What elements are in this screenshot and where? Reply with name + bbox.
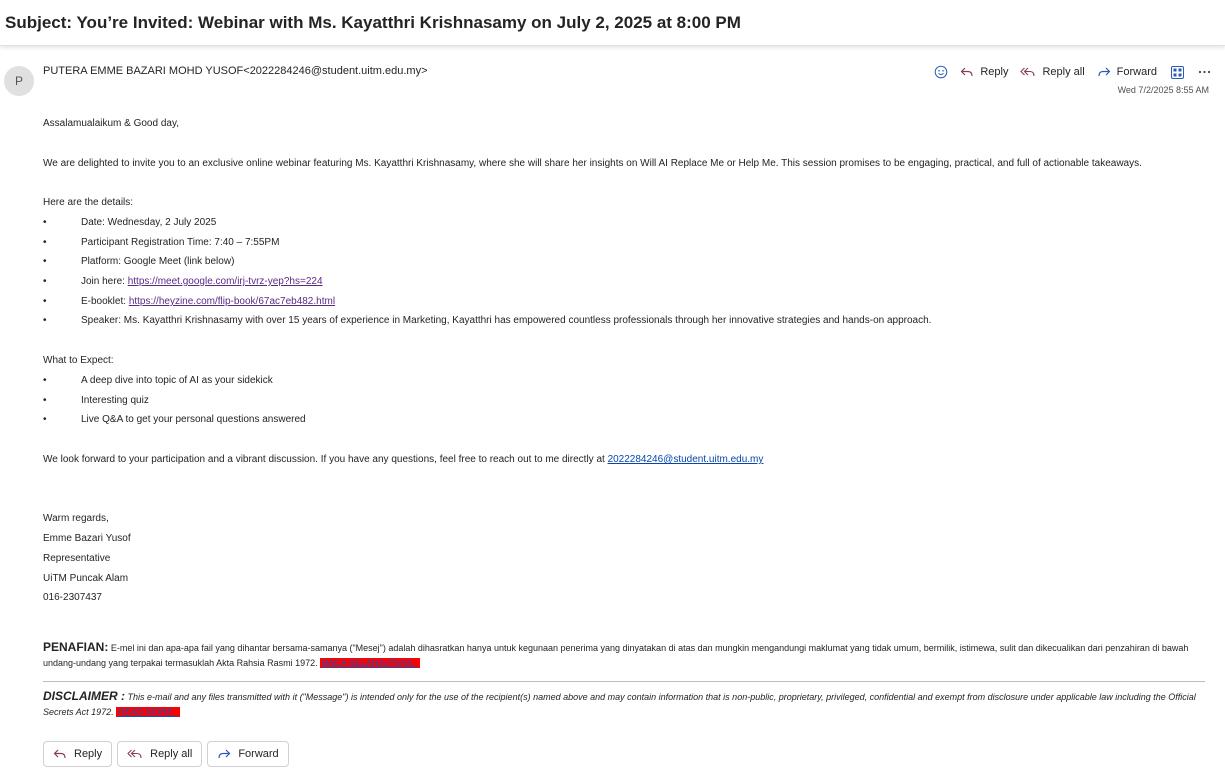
reply-label: Reply	[980, 66, 1009, 78]
expect-item: Interesting quiz	[81, 395, 149, 406]
emoji-reaction-button[interactable]	[934, 65, 948, 79]
detail-platform: Platform: Google Meet (link below)	[81, 256, 235, 267]
footer-reply-all-label: Reply all	[150, 748, 193, 760]
expect-item: Live Q&A to get your personal questions …	[81, 414, 306, 425]
bullet: •	[43, 296, 47, 307]
subject-bar: Subject: You’re Invited: Webinar with Ms…	[0, 0, 1225, 46]
more-ellipsis-icon	[1198, 70, 1211, 74]
footer-reply-button[interactable]: Reply	[43, 741, 113, 767]
signature-line: 016-2307437	[43, 592, 102, 603]
reply-all-label: Reply all	[1042, 66, 1085, 78]
intro-paragraph: We are delighted to invite you to an exc…	[43, 158, 1142, 169]
bullet: •	[43, 237, 47, 248]
reply-all-arrow-icon	[127, 749, 142, 759]
forward-arrow-icon	[1098, 67, 1111, 77]
disclaimer-heading: DISCLAIMER :	[43, 689, 125, 703]
footer-reply-label: Reply	[74, 748, 103, 760]
footer-forward-button[interactable]: Forward	[207, 741, 289, 767]
expect-heading: What to Expect:	[43, 355, 114, 366]
signature-line: Warm regards,	[43, 513, 109, 524]
meet-link[interactable]: https://meet.google.com/irj-tvrz-yep?hs=…	[128, 276, 323, 287]
reply-arrow-icon	[960, 67, 973, 77]
signature-line: Emme Bazari Yusof	[43, 533, 131, 544]
apps-button[interactable]	[1171, 65, 1184, 79]
footer-actions: Reply Reply all Forward	[43, 741, 294, 767]
forward-button[interactable]: Forward	[1097, 66, 1157, 78]
footer-reply-all-button[interactable]: Reply all	[117, 741, 203, 767]
contact-email-link[interactable]: 2022284246@student.uitm.edu.my	[608, 454, 764, 465]
disclaimer-text: This e-mail and any files transmitted wi…	[43, 692, 1196, 717]
divider	[43, 681, 1205, 682]
reply-button[interactable]: Reply	[960, 66, 1008, 78]
details-heading: Here are the details:	[43, 197, 134, 208]
forward-arrow-icon	[218, 749, 231, 759]
sender-address[interactable]: PUTERA EMME BAZARI MOHD YUSOF<2022284246…	[43, 65, 428, 77]
reply-arrow-icon	[53, 749, 66, 759]
detail-registration: Participant Registration Time: 7:40 – 7:…	[81, 237, 280, 248]
bullet: •	[43, 315, 47, 326]
bullet: •	[43, 276, 47, 287]
bullet: •	[43, 375, 47, 386]
forward-label: Forward	[1116, 66, 1157, 78]
bullet: •	[43, 395, 47, 406]
closing-paragraph: We look forward to your participation an…	[43, 454, 763, 465]
smiley-icon	[935, 65, 948, 79]
reply-all-arrow-icon	[1020, 67, 1036, 77]
footer-forward-label: Forward	[238, 748, 279, 760]
ebook-label: E-booklet:	[81, 296, 129, 307]
sent-date: Wed 7/2/2025 8:55 AM	[1117, 85, 1209, 95]
penafian-read-more-link[interactable]: BACA SELANJUTNYA..	[320, 658, 420, 668]
signature-line: UiTM Puncak Alam	[43, 573, 129, 584]
bullet: •	[43, 414, 47, 425]
bullet: •	[43, 217, 47, 228]
penafian-heading: PENAFIAN:	[43, 640, 109, 654]
more-actions-button[interactable]	[1198, 70, 1211, 74]
expect-item: A deep dive into topic of AI as your sid…	[81, 375, 273, 386]
signature-line: Representative	[43, 553, 111, 564]
avatar[interactable]: P	[4, 66, 34, 96]
disclaimer-read-more-link[interactable]: READ MORE..	[116, 707, 180, 717]
reply-all-button[interactable]: Reply all	[1020, 66, 1085, 78]
join-label: Join here:	[81, 276, 128, 287]
detail-date: Date: Wednesday, 2 July 2025	[81, 217, 217, 228]
penafian-text: E-mel ini dan apa-apa fail yang dihantar…	[43, 643, 1189, 668]
email-subject: Subject: You’re Invited: Webinar with Ms…	[5, 13, 741, 32]
greeting: Assalamualaikum & Good day,	[43, 118, 179, 129]
disclaimer-notice: DISCLAIMER : This e-mail and any files t…	[43, 689, 1208, 720]
message-actions: Reply Reply all Forward	[920, 63, 1211, 81]
bullet: •	[43, 256, 47, 267]
penafian-notice: PENAFIAN: E-mel ini dan apa-apa fail yan…	[43, 640, 1208, 671]
detail-speaker: Speaker: Ms. Kayatthri Krishnasamy with …	[81, 315, 932, 326]
closing-text: We look forward to your participation an…	[43, 454, 608, 465]
grid-apps-icon	[1171, 65, 1184, 79]
ebook-link[interactable]: https://heyzine.com/flip-book/67ac7eb482…	[129, 296, 335, 307]
